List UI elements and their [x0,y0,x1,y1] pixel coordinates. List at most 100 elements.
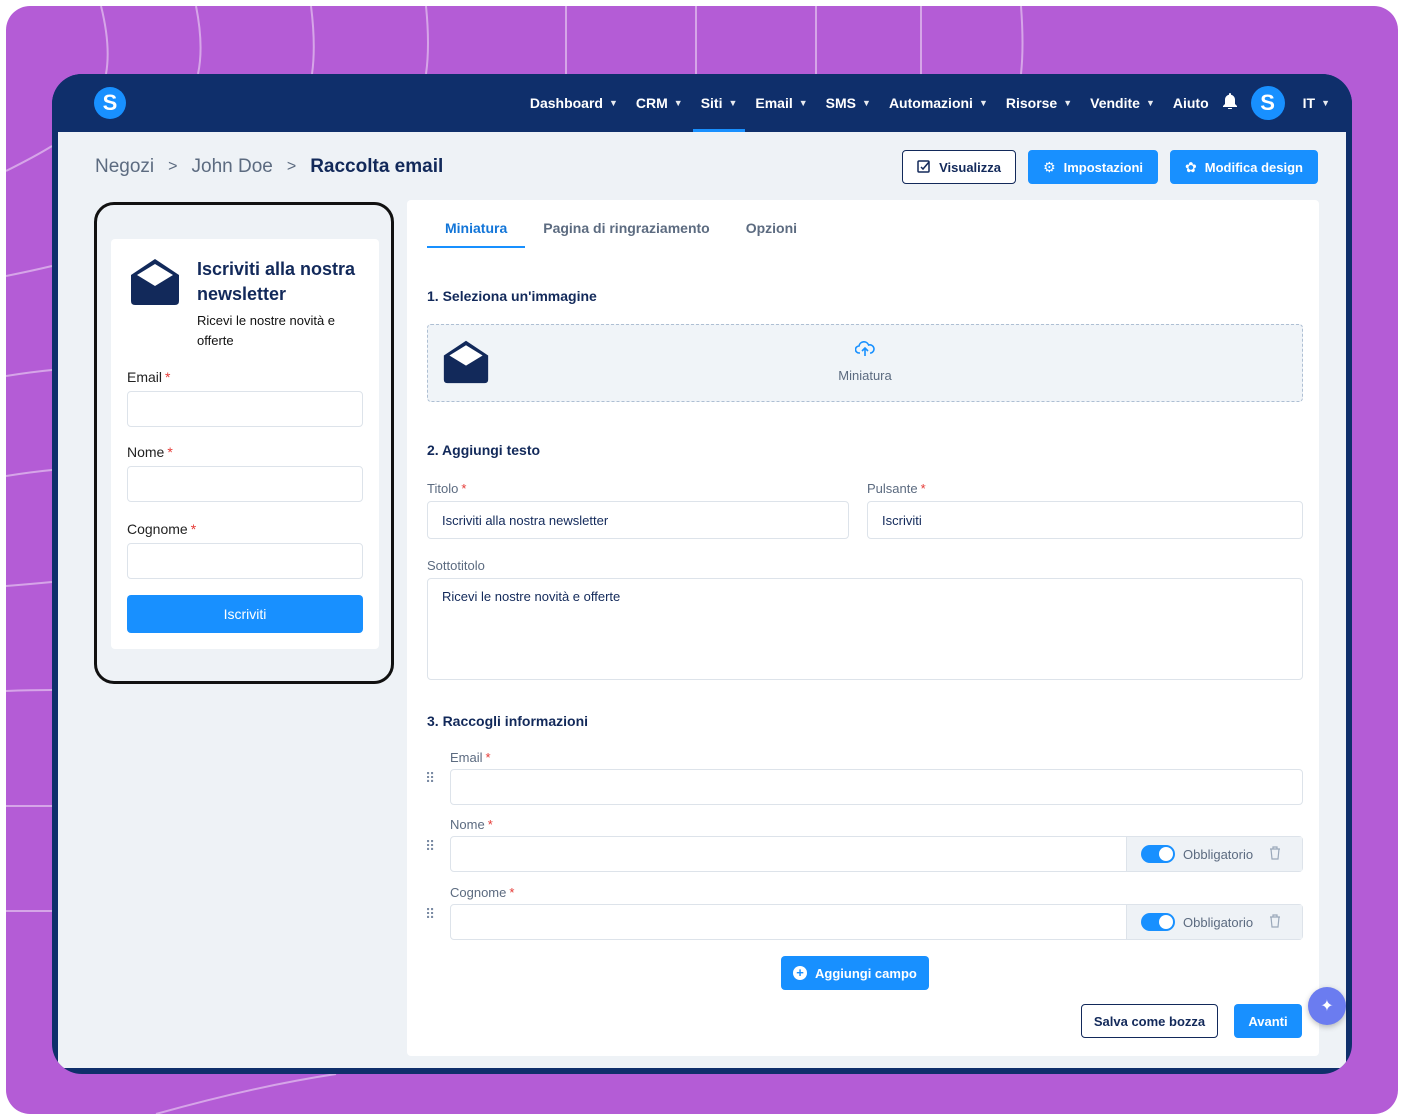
chevron-down-icon: ▼ [978,98,988,108]
chevron-down-icon: ▼ [728,98,738,108]
nav-item-sms[interactable]: SMS ▼ [826,74,871,132]
subtitle-textarea[interactable]: Ricevi le nostre novità e offerte [427,578,1303,680]
chevron-right-icon: > [168,158,178,175]
preview-subscribe-button[interactable]: Iscriviti [127,595,363,633]
edit-design-button-label: Modifica design [1204,159,1303,175]
drag-handle-icon[interactable]: ⠿ [425,907,439,921]
chevron-down-icon: ▼ [798,98,808,108]
chevron-down-icon: ▼ [1063,98,1073,108]
chevron-down-icon: ▼ [673,98,683,108]
editor-panel: Miniatura Pagina di ringraziamento Opzio… [407,200,1319,1056]
open-envelope-icon [131,259,179,305]
chevron-down-icon: ▼ [1321,98,1330,108]
drag-handle-icon[interactable]: ⠿ [425,839,439,853]
nav-label: Email [755,95,793,111]
collect-email-field[interactable] [450,769,1303,805]
main-content: Negozi > John Doe > Raccolta email Visua… [58,132,1346,1068]
preview-cognome-label: Cognome * [127,521,197,537]
button-text-input[interactable]: Iscriviti [867,501,1303,539]
top-navbar: S Dashboard ▼ CRM ▼ Siti ▼ Email ▼ SMS ▼ Auto… [52,74,1352,132]
preview-nome-label: Nome * [127,444,173,460]
save-draft-button[interactable]: Salva come bozza [1081,1004,1218,1038]
nav-label: Vendite [1090,95,1140,111]
subtitle-field-label: Sottotitolo [427,558,485,573]
image-dropzone[interactable]: Miniatura [427,324,1303,402]
breadcrumb-item-negozi[interactable]: Negozi [95,156,154,178]
required-toggle[interactable] [1141,913,1175,931]
required-label: Obbligatorio [1183,846,1254,862]
ai-sparkle-button[interactable]: ✦ [1308,987,1346,1025]
chevron-down-icon: ▼ [1145,98,1155,108]
collect-cognome-field[interactable]: Obbligatorio [450,904,1303,940]
preview-email-label: Email * [127,369,171,385]
breadcrumb: Negozi > John Doe > Raccolta email [95,156,443,178]
header-actions: Visualizza ⚙ Impostazioni ✿ Modifica des… [902,150,1318,184]
form-preview: Iscriviti alla nostra newsletter Ricevi … [111,239,379,649]
tab-opzioni[interactable]: Opzioni [728,220,815,248]
title-input[interactable]: Iscriviti alla nostra newsletter [427,501,849,539]
nav-label: Aiuto [1172,95,1209,111]
settings-button-label: Impostazioni [1063,159,1144,175]
preview-button[interactable]: Visualizza [902,150,1017,184]
next-button[interactable]: Avanti [1234,1004,1302,1038]
edit-square-icon [917,159,931,176]
palette-icon: ✿ [1185,158,1197,175]
chevron-down-icon: ▼ [608,98,618,108]
required-option: Obbligatorio [1126,837,1302,871]
logo[interactable]: S [94,87,126,119]
dropzone-label: Miniatura [838,368,892,383]
main-nav: Dashboard ▼ CRM ▼ Siti ▼ Email ▼ SMS ▼ Automa… [512,74,1330,132]
nav-item-aiuto[interactable]: Aiuto [1173,74,1209,132]
section-title-image: 1. Seleziona un'immagine [427,288,597,304]
chevron-down-icon: ▼ [862,98,871,108]
button-field-label: Pulsante * [867,481,926,496]
settings-button[interactable]: ⚙ Impostazioni [1028,150,1159,184]
collect-cognome-label: Cognome * [450,885,515,900]
nav-label: SMS [825,95,857,111]
nav-item-siti[interactable]: Siti ▼ [692,74,746,132]
title-field-label: Titolo * [427,481,467,496]
collect-email-label: Email * [450,750,491,765]
language-label: IT [1302,95,1316,111]
gear-icon: ⚙ [1043,158,1056,175]
nav-item-risorse[interactable]: Risorse ▼ [1006,74,1072,132]
nav-label: Automazioni [888,95,973,111]
edit-design-button[interactable]: ✿ Modifica design [1170,150,1318,184]
nav-label: Risorse [1005,95,1058,111]
cloud-upload-icon [428,341,1302,362]
nav-label: Dashboard [529,95,603,111]
required-toggle[interactable] [1141,845,1175,863]
nav-item-crm[interactable]: CRM ▼ [636,74,683,132]
plus-circle-icon: + [793,966,807,980]
nav-label: CRM [635,95,668,111]
app-window: S Dashboard ▼ CRM ▼ Siti ▼ Email ▼ SMS ▼ Auto… [52,74,1352,1074]
nav-item-dashboard[interactable]: Dashboard ▼ [530,74,618,132]
preview-email-input[interactable] [127,391,363,427]
nav-label: Siti [700,95,723,111]
required-label: Obbligatorio [1183,914,1254,930]
preview-subtitle: Ricevi le nostre novità e offerte [197,313,336,348]
section-title-info: 3. Raccogli informazioni [427,713,589,729]
avatar[interactable]: S [1250,86,1285,120]
preview-title: Iscriviti alla nostra newsletter [197,259,356,304]
preview-nome-input[interactable] [127,466,363,502]
add-field-button[interactable]: + Aggiungi campo [781,956,929,990]
breadcrumb-item-john-doe[interactable]: John Doe [192,156,273,178]
section-title-text: 2. Aggiungi testo [427,442,541,458]
tab-pagina-ringraziamento[interactable]: Pagina di ringraziamento [525,220,727,248]
trash-icon[interactable] [1269,845,1281,863]
sparkle-icon: ✦ [1320,998,1334,1015]
tab-miniatura[interactable]: Miniatura [427,220,526,248]
nav-item-email[interactable]: Email ▼ [755,74,807,132]
drag-handle-icon[interactable]: ⠿ [425,771,439,785]
trash-icon[interactable] [1269,913,1281,931]
collect-nome-field[interactable]: Obbligatorio [450,836,1303,872]
preview-cognome-input[interactable] [127,543,363,579]
bell-icon[interactable] [1222,93,1237,113]
language-selector[interactable]: IT ▼ [1303,74,1330,132]
nav-item-automazioni[interactable]: Automazioni ▼ [889,74,988,132]
dropzone-center: Miniatura [428,341,1302,383]
required-option: Obbligatorio [1126,905,1302,939]
nav-item-vendite[interactable]: Vendite ▼ [1090,74,1155,132]
preview-button-label: Visualizza [939,159,1002,175]
